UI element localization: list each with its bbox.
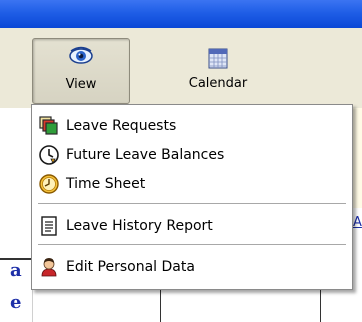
menu-separator [38, 244, 346, 246]
view-button-label: View [65, 77, 97, 92]
calendar-button-label: Calendar [188, 76, 248, 91]
view-button[interactable]: View [32, 38, 130, 104]
menu-item-edit-personal-data[interactable]: Edit Personal Data [32, 254, 352, 280]
calendar-button[interactable]: Calendar [168, 38, 268, 104]
menu-item-time-sheet[interactable]: Time Sheet [32, 171, 352, 197]
background-grid-line [160, 290, 161, 322]
menu-item-label: Time Sheet [66, 176, 146, 192]
background-grid-line [320, 290, 321, 322]
documents-icon [39, 116, 58, 135]
background-text-a: a [10, 260, 22, 281]
background-text-e: e [10, 292, 22, 313]
clock-arrow-icon [39, 145, 59, 165]
menu-item-label: Leave History Report [66, 218, 213, 234]
menu-separator [38, 203, 346, 205]
menu-item-label: Leave Requests [66, 118, 177, 134]
background-left-column [0, 108, 33, 322]
menu-item-label: Edit Personal Data [66, 259, 195, 275]
report-icon [41, 216, 57, 236]
view-dropdown-menu: Leave Requests Future Leave Balances Tim… [31, 104, 353, 290]
calendar-icon [208, 48, 228, 69]
menu-item-label: Future Leave Balances [66, 147, 225, 163]
background-link[interactable]: A [353, 215, 362, 230]
title-bar [0, 0, 362, 28]
eye-icon [69, 46, 93, 64]
menu-item-leave-requests[interactable]: Leave Requests [32, 113, 352, 139]
menu-item-leave-history-report[interactable]: Leave History Report [32, 213, 352, 239]
menu-item-future-leave-balances[interactable]: Future Leave Balances [32, 142, 352, 168]
person-icon [41, 258, 57, 277]
toolbar: View Calendar [0, 28, 362, 109]
clock-icon [39, 174, 59, 194]
